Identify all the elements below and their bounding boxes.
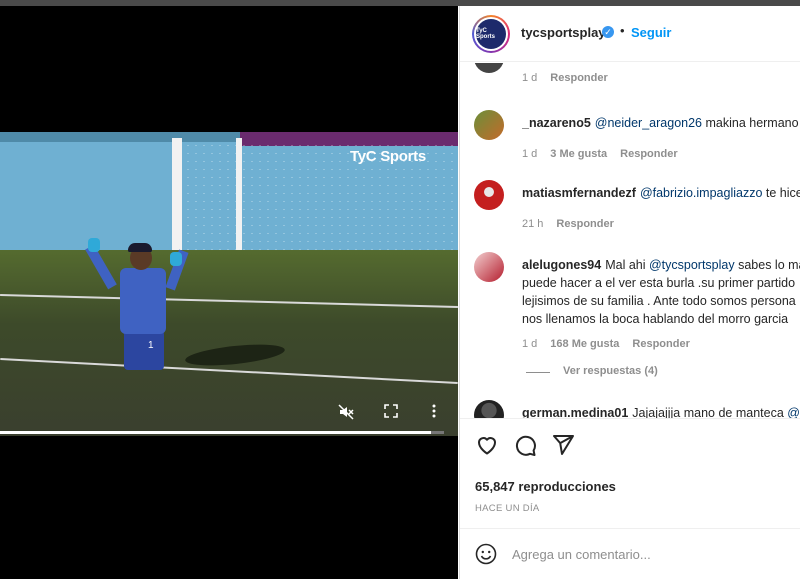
video-player[interactable]: 1 TyC Sports	[0, 6, 458, 579]
comment-time: 21 h	[522, 218, 544, 230]
comment-avatar[interactable]	[474, 180, 504, 210]
comment-likes[interactable]: 3 Me gusta	[550, 148, 607, 160]
comment-time: 1 d	[522, 148, 538, 160]
comment-username[interactable]: german.medina01	[522, 406, 628, 418]
keeper-legs	[124, 330, 164, 370]
video-frame[interactable]: 1 TyC Sports	[0, 132, 458, 436]
more-vertical-icon[interactable]	[432, 404, 436, 422]
comment-avatar[interactable]	[474, 63, 504, 73]
comment-body: Jajajajjja mano de manteca	[632, 406, 784, 418]
comment-text: alelugones94 Mal ahi @tycsportsplay sabes…	[522, 256, 800, 328]
keeper-glove-right	[170, 252, 182, 266]
comment-body-line: puede hacer a el ver esta burla .su prim…	[522, 276, 796, 290]
emoji-icon[interactable]	[475, 543, 497, 565]
comment-meta: 1 d 168 Me gusta Responder	[522, 338, 703, 350]
comment-text: _nazareno5 @neider_aragon26 makina herman…	[522, 114, 800, 132]
comment-mention[interactable]: @tycsportsplay	[649, 258, 735, 272]
goal-post-back	[236, 138, 242, 268]
comment-input[interactable]	[512, 543, 782, 565]
send-icon[interactable]	[551, 433, 575, 457]
reply-button[interactable]: Responder	[632, 338, 689, 350]
comment-body: te hice	[762, 186, 800, 200]
comment-likes[interactable]: 168 Me gusta	[550, 338, 619, 350]
comment-body-line: nos llenamos la boca hablando del morro …	[522, 312, 789, 326]
tyc-sports-watermark: TyC Sports	[350, 148, 426, 165]
reply-button[interactable]: Responder	[556, 218, 613, 230]
comment-text: matiasmfernandezf @fabrizio.impagliazzo t…	[522, 184, 800, 202]
comment-username[interactable]: _nazareno5	[522, 116, 591, 130]
keeper-cap	[128, 243, 152, 252]
comment-avatar[interactable]	[474, 110, 504, 140]
avatar-label: TyC Sports	[476, 19, 506, 49]
comment-mention[interactable]: @	[787, 406, 800, 418]
comment-avatar[interactable]	[474, 252, 504, 282]
comment-meta: 1 d 3 Me gusta Responder	[522, 148, 691, 160]
comment-mention[interactable]: @fabrizio.impagliazzo	[640, 186, 762, 200]
keeper-glove-left	[88, 238, 100, 252]
post-header: TyC Sports tycsportsplay ✓ • Seguir	[460, 6, 800, 62]
post-actions: 65,847 reproducciones HACE UN DÍA	[460, 418, 800, 528]
follow-button[interactable]: Seguir	[631, 25, 671, 40]
comment-avatar[interactable]	[474, 400, 504, 418]
heart-icon[interactable]	[475, 433, 499, 457]
comment-body-suffix: sabes lo mal q	[738, 258, 800, 272]
muted-speaker-icon[interactable]	[338, 404, 354, 424]
post-timestamp: HACE UN DÍA	[475, 503, 540, 514]
replies-divider	[526, 372, 550, 373]
comment-body: makina hermano	[702, 116, 799, 130]
comment-body-prefix: Mal ahi	[605, 258, 649, 272]
fullscreen-icon[interactable]	[384, 404, 398, 422]
reply-button[interactable]: Responder	[620, 148, 677, 160]
goalkeeper: 1	[120, 268, 166, 351]
comment-meta: 21 h Responder	[522, 218, 627, 230]
comment-text: german.medina01 Jajajajjja mano de mantec…	[522, 404, 800, 418]
comment-body-line: lejisimos de su familia . Ante todo somo…	[522, 294, 796, 308]
account-avatar[interactable]: TyC Sports	[472, 15, 510, 53]
reply-button[interactable]: Responder	[550, 72, 607, 84]
comment-time: 1 d	[522, 72, 538, 84]
verified-badge-icon: ✓	[602, 26, 614, 38]
comment-time: 1 d	[522, 338, 538, 350]
jersey-number: 1	[148, 340, 154, 351]
account-name[interactable]: tycsportsplay	[521, 25, 606, 40]
comments-list[interactable]: 1 d Responder _nazareno5 @neider_aragon26 …	[460, 63, 800, 418]
comment-mention[interactable]: @neider_aragon26	[595, 116, 702, 130]
view-count[interactable]: 65,847 reproducciones	[475, 479, 616, 494]
comment-composer	[460, 528, 800, 579]
video-progress-bar[interactable]	[0, 431, 444, 434]
post-sidebar: TyC Sports tycsportsplay ✓ • Seguir 1 d R…	[459, 6, 800, 579]
comment-username[interactable]: alelugones94	[522, 258, 601, 272]
video-progress-fill	[0, 431, 431, 434]
comment-icon[interactable]	[513, 433, 537, 457]
comment-username[interactable]: matiasmfernandezf	[522, 186, 636, 200]
separator-dot: •	[620, 23, 625, 38]
comment-meta: 1 d Responder	[522, 72, 621, 84]
view-replies-button[interactable]: Ver respuestas (4)	[563, 365, 658, 377]
